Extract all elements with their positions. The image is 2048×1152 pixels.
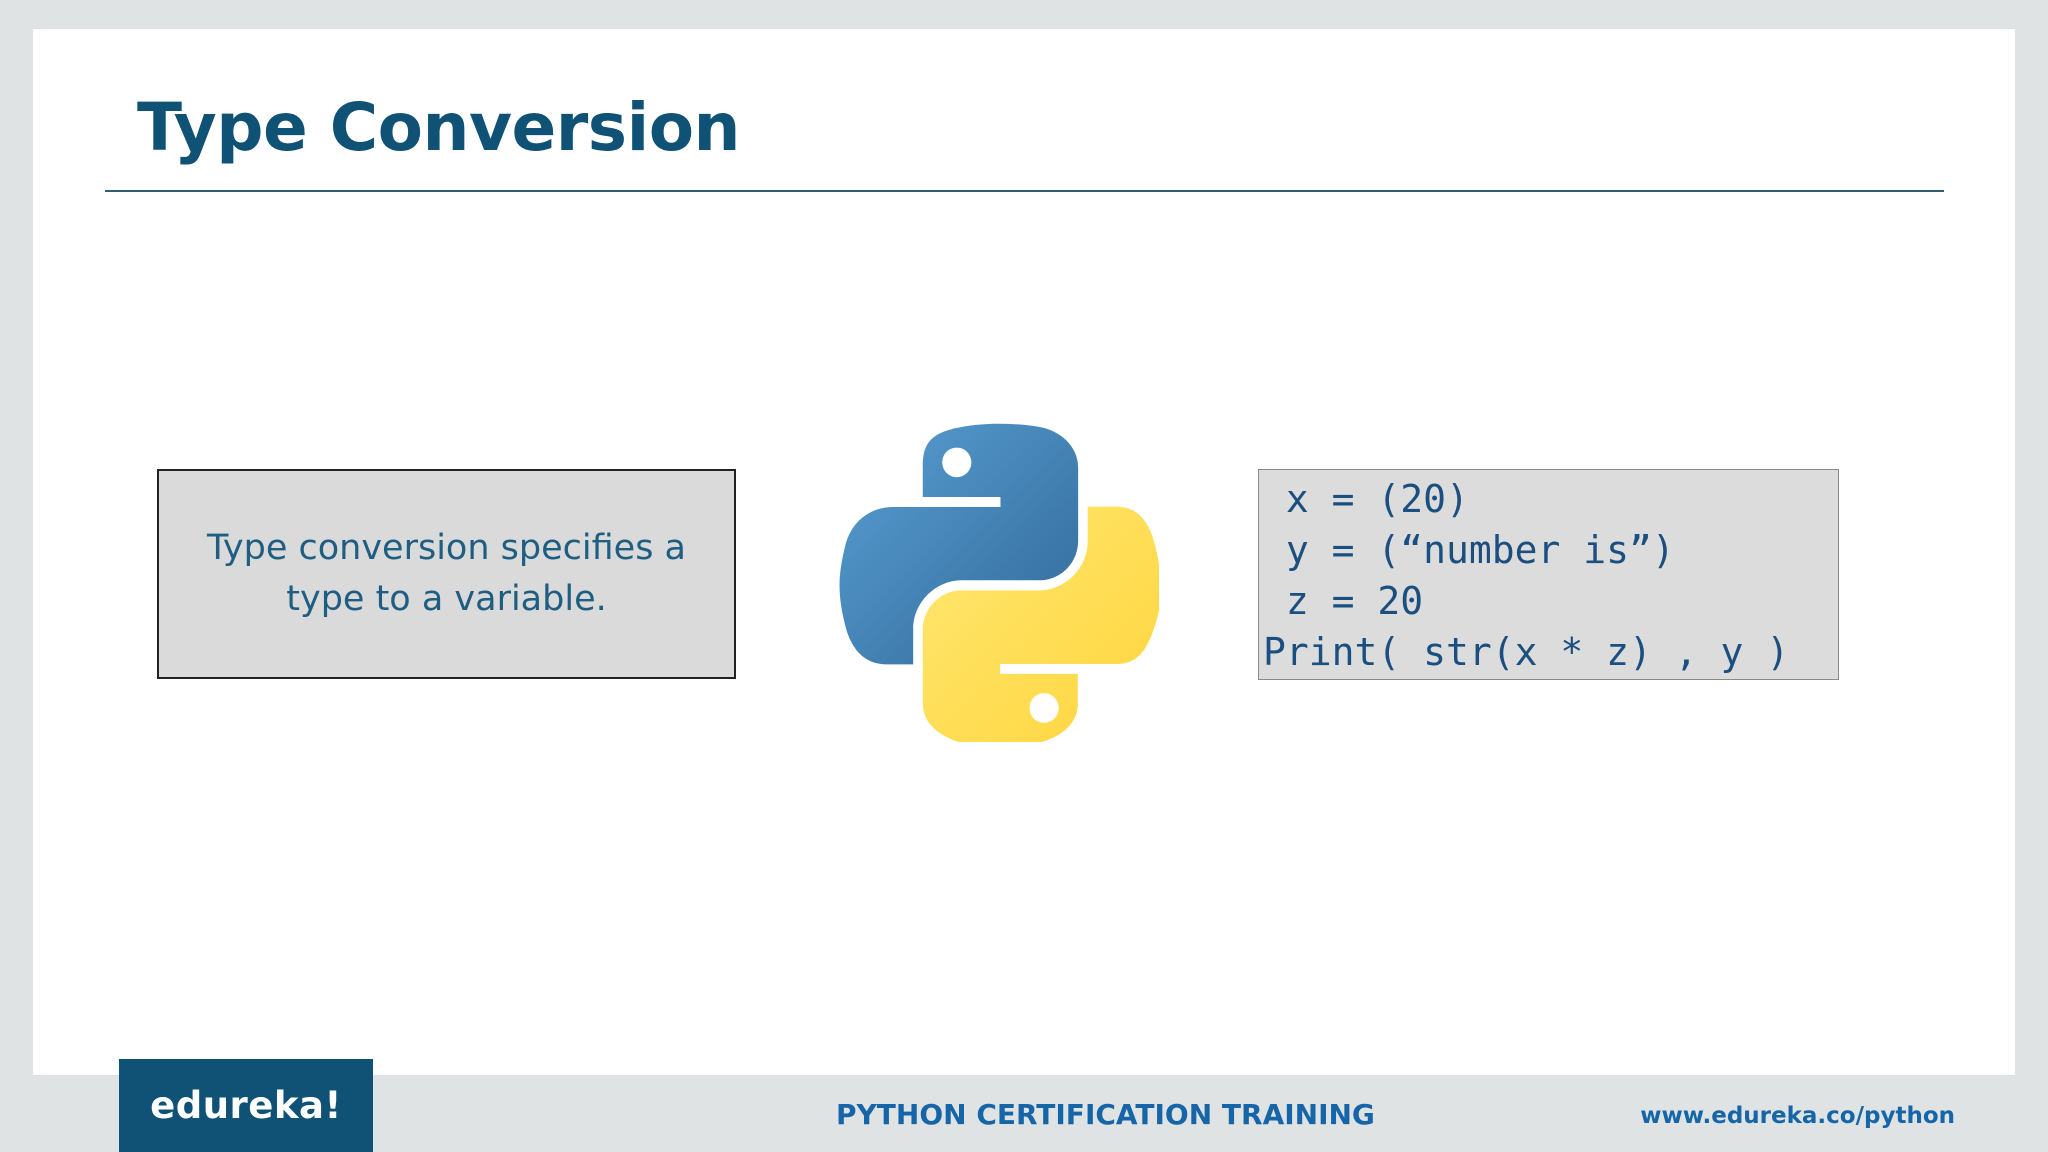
edureka-logo: edureka! (119, 1059, 373, 1152)
course-title: PYTHON CERTIFICATION TRAINING (836, 1098, 1375, 1131)
footer-url-link[interactable]: www.edureka.co/python (1640, 1103, 1955, 1129)
slide-title: Type Conversion (137, 89, 741, 166)
code-box: x = (20) y = (“number is”) z = 20 Print(… (1258, 469, 1839, 680)
slide: Type Conversion Type conversion specifie… (33, 29, 2015, 1075)
definition-box: Type conversion specifies a type to a va… (157, 469, 736, 679)
brand-text: edureka! (150, 1084, 342, 1127)
title-divider (105, 190, 1944, 192)
python-logo-icon (839, 423, 1159, 742)
code-line: x = (20) (1263, 477, 1469, 521)
code-line: Print( str(x * z) , y ) (1263, 630, 1790, 674)
definition-text: Type conversion specifies a type to a va… (206, 528, 686, 619)
code-line: y = (“number is”) (1263, 528, 1675, 572)
code-line: z = 20 (1263, 579, 1424, 623)
